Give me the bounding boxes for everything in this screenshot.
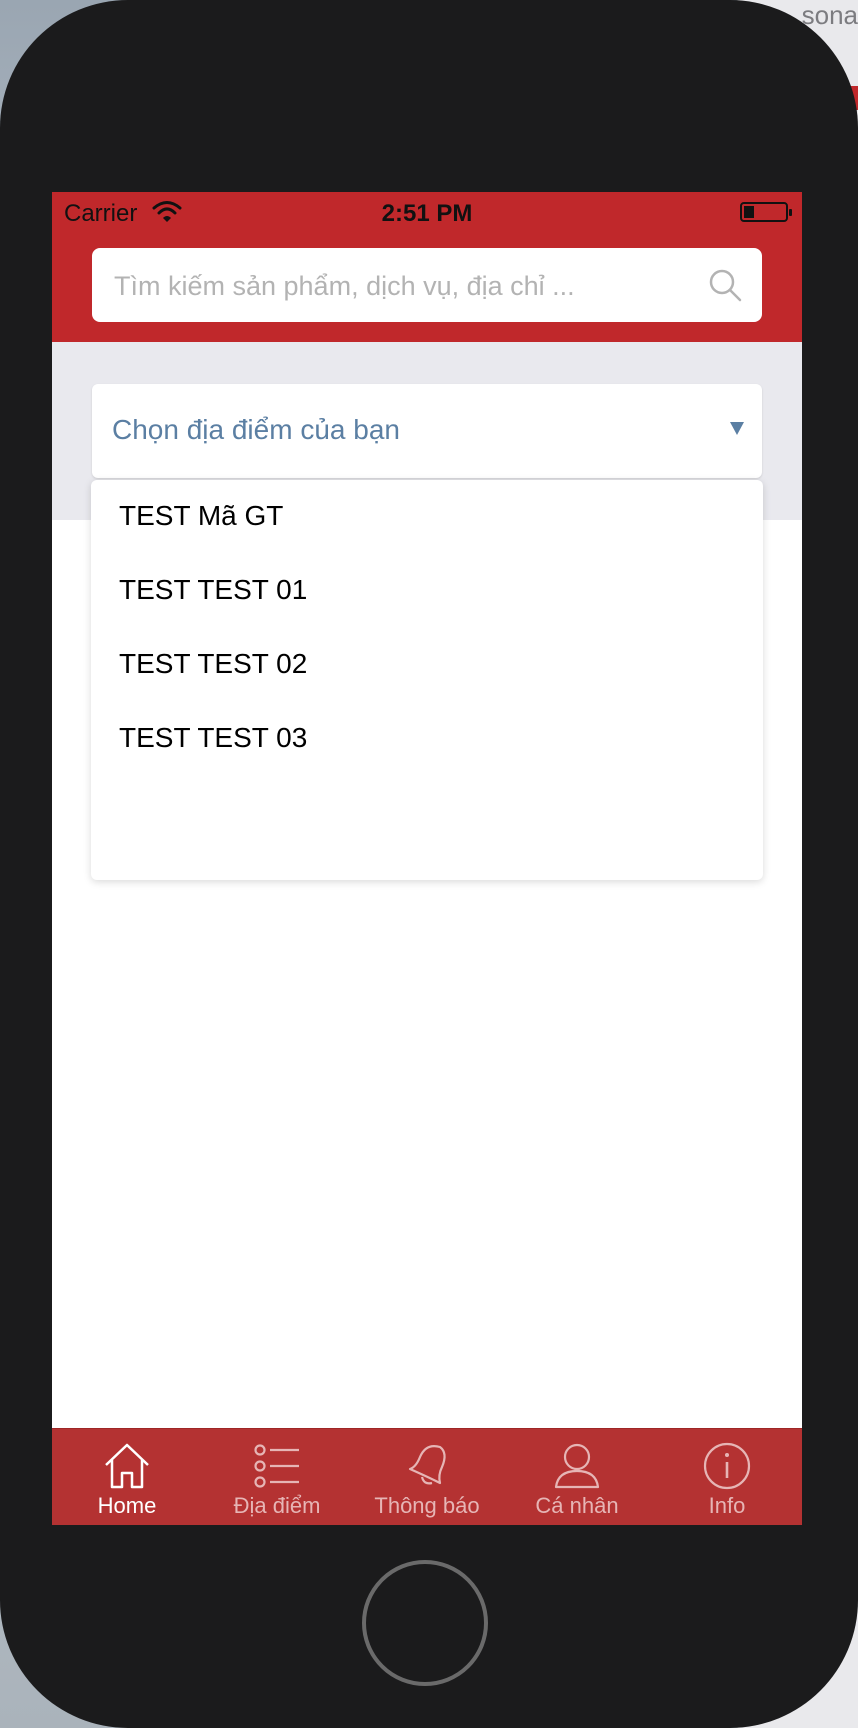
tab-label: Địa điểm xyxy=(233,1493,321,1518)
tab-label: Info xyxy=(708,1493,746,1518)
tab-label: Thông báo xyxy=(374,1493,480,1518)
location-option[interactable]: TEST TEST 03 xyxy=(91,702,763,776)
location-option-label: TEST Mã GT xyxy=(119,500,284,531)
location-option[interactable]: TEST TEST 02 xyxy=(91,628,763,702)
tab-label: Cá nhân xyxy=(535,1493,619,1518)
location-option-label: TEST TEST 02 xyxy=(119,648,308,679)
bottom-tab-bar: Home Địa điểm Thông báo Cá nhân Info xyxy=(52,1428,802,1525)
search-icon[interactable] xyxy=(708,268,742,302)
tab-label: Home xyxy=(97,1493,157,1518)
phone-frame: Carrier 2:51 PM Chọn địa điểm của bạn xyxy=(0,0,858,1728)
status-bar: Carrier 2:51 PM xyxy=(52,192,802,232)
tab-home[interactable]: Home xyxy=(52,1429,202,1525)
location-options-list: TEST Mã GT TEST TEST 01 TEST TEST 02 TES… xyxy=(91,480,763,880)
tab-info[interactable]: Info xyxy=(652,1429,802,1525)
home-button[interactable] xyxy=(362,1560,488,1686)
location-option[interactable]: TEST TEST 01 xyxy=(91,554,763,628)
search-box[interactable] xyxy=(92,248,762,324)
info-icon xyxy=(703,1442,751,1490)
dropdown-arrow-icon xyxy=(730,422,744,435)
user-icon xyxy=(554,1443,600,1489)
tab-dia-diem[interactable]: Địa điểm xyxy=(202,1429,352,1525)
tab-ca-nhan[interactable]: Cá nhân xyxy=(502,1429,652,1525)
search-input[interactable] xyxy=(112,248,696,324)
location-option[interactable]: TEST Mã GT xyxy=(91,480,763,554)
tab-thong-bao[interactable]: Thông báo xyxy=(352,1429,502,1525)
background-window-text: sona xyxy=(801,0,858,30)
battery-level xyxy=(744,206,754,218)
bell-icon xyxy=(408,1445,446,1485)
status-time: 2:51 PM xyxy=(381,200,473,227)
location-dropdown[interactable]: Chọn địa điểm của bạn xyxy=(92,384,762,478)
location-option-label: TEST TEST 03 xyxy=(119,722,308,753)
battery-icon xyxy=(740,202,792,222)
list-icon xyxy=(254,1444,299,1488)
app-screen: Carrier 2:51 PM Chọn địa điểm của bạn xyxy=(52,192,802,1525)
location-option-label: TEST TEST 01 xyxy=(119,574,308,605)
location-placeholder: Chọn địa điểm của bạn xyxy=(112,414,400,445)
home-icon xyxy=(105,1443,149,1489)
